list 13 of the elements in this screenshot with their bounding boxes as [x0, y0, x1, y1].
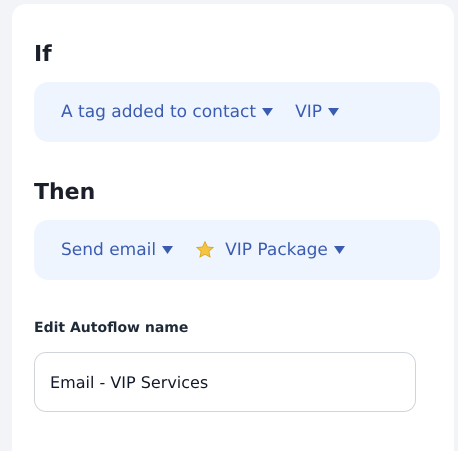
section-heading: Then — [34, 179, 96, 207]
star-icon — [195, 240, 216, 260]
caret-icon — [328, 108, 339, 116]
dropdown-button[interactable]: VIP — [295, 100, 339, 124]
section-heading: If — [34, 41, 52, 69]
caret-icon — [162, 246, 174, 254]
field-label: Edit Autoflow name — [34, 319, 188, 338]
dropdown-button[interactable]: VIP Package — [195, 238, 345, 262]
name-input-field[interactable]: Email - VIP Services — [34, 352, 416, 412]
caret-icon — [262, 108, 274, 116]
dropdown-button[interactable]: Send email — [61, 238, 174, 262]
caret-icon — [334, 246, 345, 254]
dropdown-button[interactable]: A tag added to contact — [61, 100, 274, 124]
